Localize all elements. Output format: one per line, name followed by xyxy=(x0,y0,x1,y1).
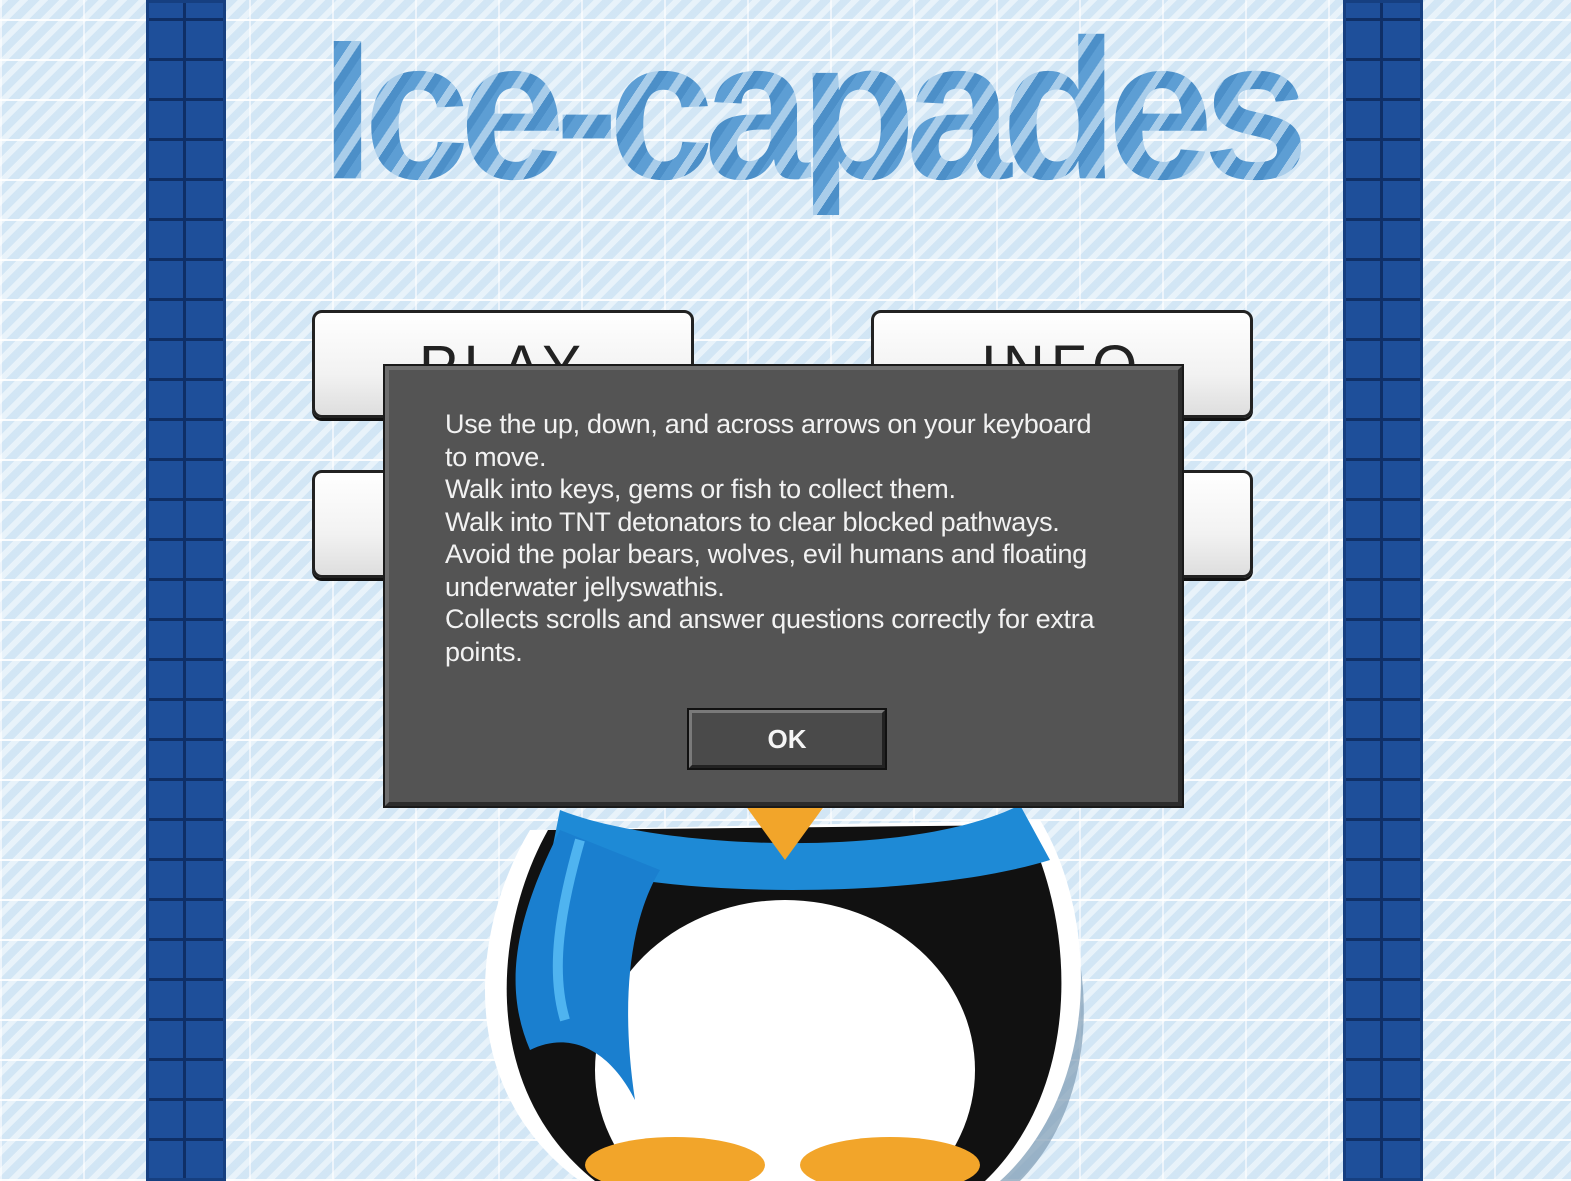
instruction-line: Walk into TNT detonators to clear blocke… xyxy=(445,506,1060,537)
instruction-line: points. xyxy=(445,636,523,667)
instruction-line: underwater jellyswathis. xyxy=(445,571,725,602)
instruction-line: Collects scrolls and answer questions co… xyxy=(445,604,1095,634)
penguin-mascot xyxy=(484,805,1084,1181)
instructions-text: Use the up, down, and across arrows on y… xyxy=(445,408,1145,668)
left-blue-pillar xyxy=(146,0,226,1181)
instruction-line: to move. xyxy=(445,441,547,472)
game-title-logo: Ice-capades xyxy=(300,5,1320,215)
right-blue-pillar xyxy=(1343,0,1423,1181)
instruction-line: Walk into keys, gems or fish to collect … xyxy=(445,474,956,504)
ok-button[interactable]: OK xyxy=(687,708,887,770)
instructions-dialog: Use the up, down, and across arrows on y… xyxy=(383,364,1184,808)
instruction-line: Avoid the polar bears, wolves, evil huma… xyxy=(445,539,1087,569)
instruction-line: Use the up, down, and across arrows on y… xyxy=(445,409,1092,439)
